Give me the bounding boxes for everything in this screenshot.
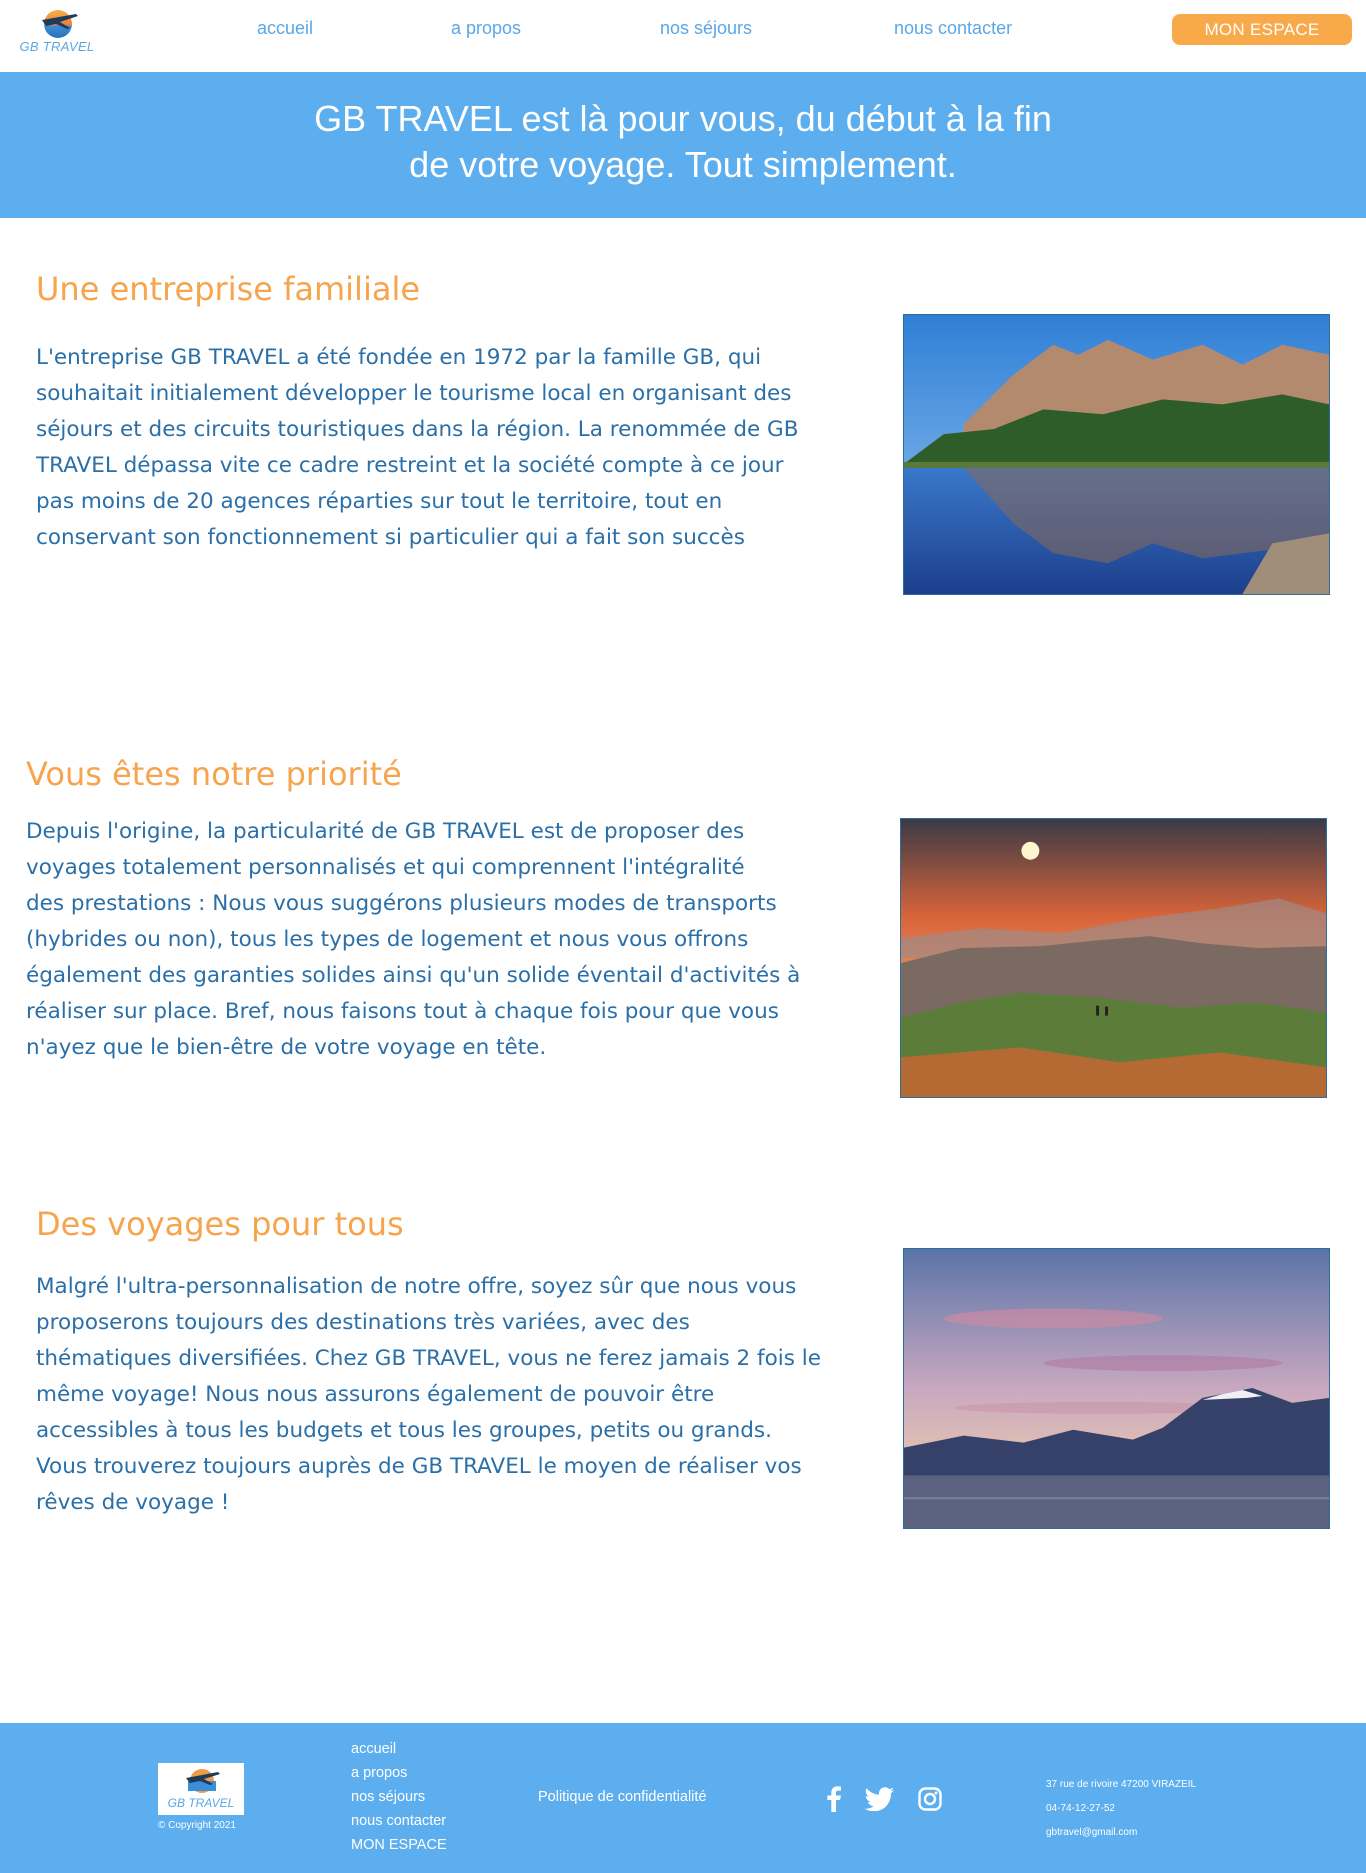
text-line: conservant son fonctionnement si particu…: [36, 525, 745, 550]
logo-sun-plane-icon: [42, 10, 78, 38]
section-title-entreprise: Une entreprise familiale: [36, 270, 421, 308]
instagram-icon[interactable]: [916, 1785, 944, 1813]
text-line: Vous trouverez toujours auprès de GB TRA…: [36, 1454, 802, 1479]
twitter-icon[interactable]: [865, 1785, 895, 1813]
footer-nav: accueil a propos nos séjours nous contac…: [351, 1737, 447, 1857]
text-line: pas moins de 20 agences réparties sur to…: [36, 489, 723, 514]
text-line: L'entreprise GB TRAVEL a été fondée en 1…: [36, 345, 762, 370]
image-sunset-cliff: [900, 818, 1327, 1098]
footer-link-a-propos[interactable]: a propos: [351, 1761, 447, 1785]
footer-link-mon-espace[interactable]: MON ESPACE: [351, 1833, 447, 1857]
hero-banner: GB TRAVEL est là pour vous, du début à l…: [0, 72, 1366, 218]
mon-espace-button[interactable]: MON ESPACE: [1172, 14, 1352, 45]
footer-contact: 37 rue de rivoire 47200 VIRAZEIL 04-74-1…: [1046, 1773, 1196, 1845]
privacy-policy-link[interactable]: Politique de confidentialité: [538, 1789, 706, 1805]
hero-line-1: GB TRAVEL est là pour vous, du début à l…: [314, 98, 1052, 139]
text-line: réaliser sur place. Bref, nous faisons t…: [26, 999, 779, 1024]
nav-a-propos[interactable]: a propos: [451, 18, 521, 39]
site-footer: GB TRAVEL © Copyright 2021 accueil a pro…: [0, 1723, 1366, 1873]
text-line: Malgré l'ultra-personnalisation de notre…: [36, 1274, 797, 1299]
section-text-voyages: Malgré l'ultra-personnalisation de notre…: [36, 1269, 821, 1521]
section-title-voyages: Des voyages pour tous: [36, 1205, 404, 1243]
text-line: thématiques diversifiées. Chez GB TRAVEL…: [36, 1346, 821, 1371]
text-line: n'ayez que le bien-être de votre voyage …: [26, 1035, 547, 1060]
text-line: souhaitait initialement développer le to…: [36, 381, 792, 406]
section-text-entreprise: L'entreprise GB TRAVEL a été fondée en 1…: [36, 340, 798, 556]
hero-line-2: de votre voyage. Tout simplement.: [409, 144, 957, 185]
text-line: Depuis l'origine, la particularité de GB…: [26, 819, 745, 844]
text-line: (hybrides ou non), tous les types de log…: [26, 927, 749, 952]
text-line: accessibles à tous les budgets et tous l…: [36, 1418, 772, 1443]
contact-address: 37 rue de rivoire 47200 VIRAZEIL: [1046, 1779, 1197, 1790]
nav-nous-contacter[interactable]: nous contacter: [894, 18, 1012, 39]
text-line: voyages totalement personnalisés et qui …: [26, 855, 745, 880]
text-line: TRAVEL dépassa vite ce cadre restreint e…: [36, 453, 784, 478]
footer-logo-text: GB TRAVEL: [167, 1796, 235, 1810]
text-line: des prestations : Nous vous suggérons pl…: [26, 891, 777, 916]
brand-logo[interactable]: GB TRAVEL: [12, 6, 102, 56]
nav-nos-sejours[interactable]: nos séjours: [660, 18, 752, 39]
text-line: même voyage! Nous nous assurons égalemen…: [36, 1382, 715, 1407]
image-mountain-lake: [903, 1248, 1330, 1529]
contact-email[interactable]: gbtravel@gmail.com: [1046, 1821, 1196, 1845]
text-line: proposerons toujours des destinations tr…: [36, 1310, 690, 1335]
nav-accueil[interactable]: accueil: [257, 18, 313, 39]
text-line: rêves de voyage !: [36, 1490, 230, 1515]
image-desert-oasis: [903, 314, 1330, 595]
footer-logo[interactable]: GB TRAVEL: [158, 1763, 244, 1815]
text-line: séjours et des circuits touristiques dan…: [36, 417, 799, 442]
text-line: également des garanties solides ainsi qu…: [26, 963, 801, 988]
footer-link-accueil[interactable]: accueil: [351, 1737, 447, 1761]
brand-logo-text: GB TRAVEL: [19, 39, 95, 54]
site-header: GB TRAVEL accueil a propos nos séjours n…: [0, 0, 1366, 72]
section-title-priorite: Vous êtes notre priorité: [26, 755, 402, 793]
facebook-icon[interactable]: [820, 1785, 848, 1813]
footer-link-nous-contacter[interactable]: nous contacter: [351, 1809, 447, 1833]
contact-phone: 04-74-12-27-52: [1046, 1803, 1115, 1814]
section-text-priorite: Depuis l'origine, la particularité de GB…: [26, 814, 800, 1066]
footer-link-nos-sejours[interactable]: nos séjours: [351, 1785, 447, 1809]
copyright-text: © Copyright 2021: [158, 1820, 236, 1831]
